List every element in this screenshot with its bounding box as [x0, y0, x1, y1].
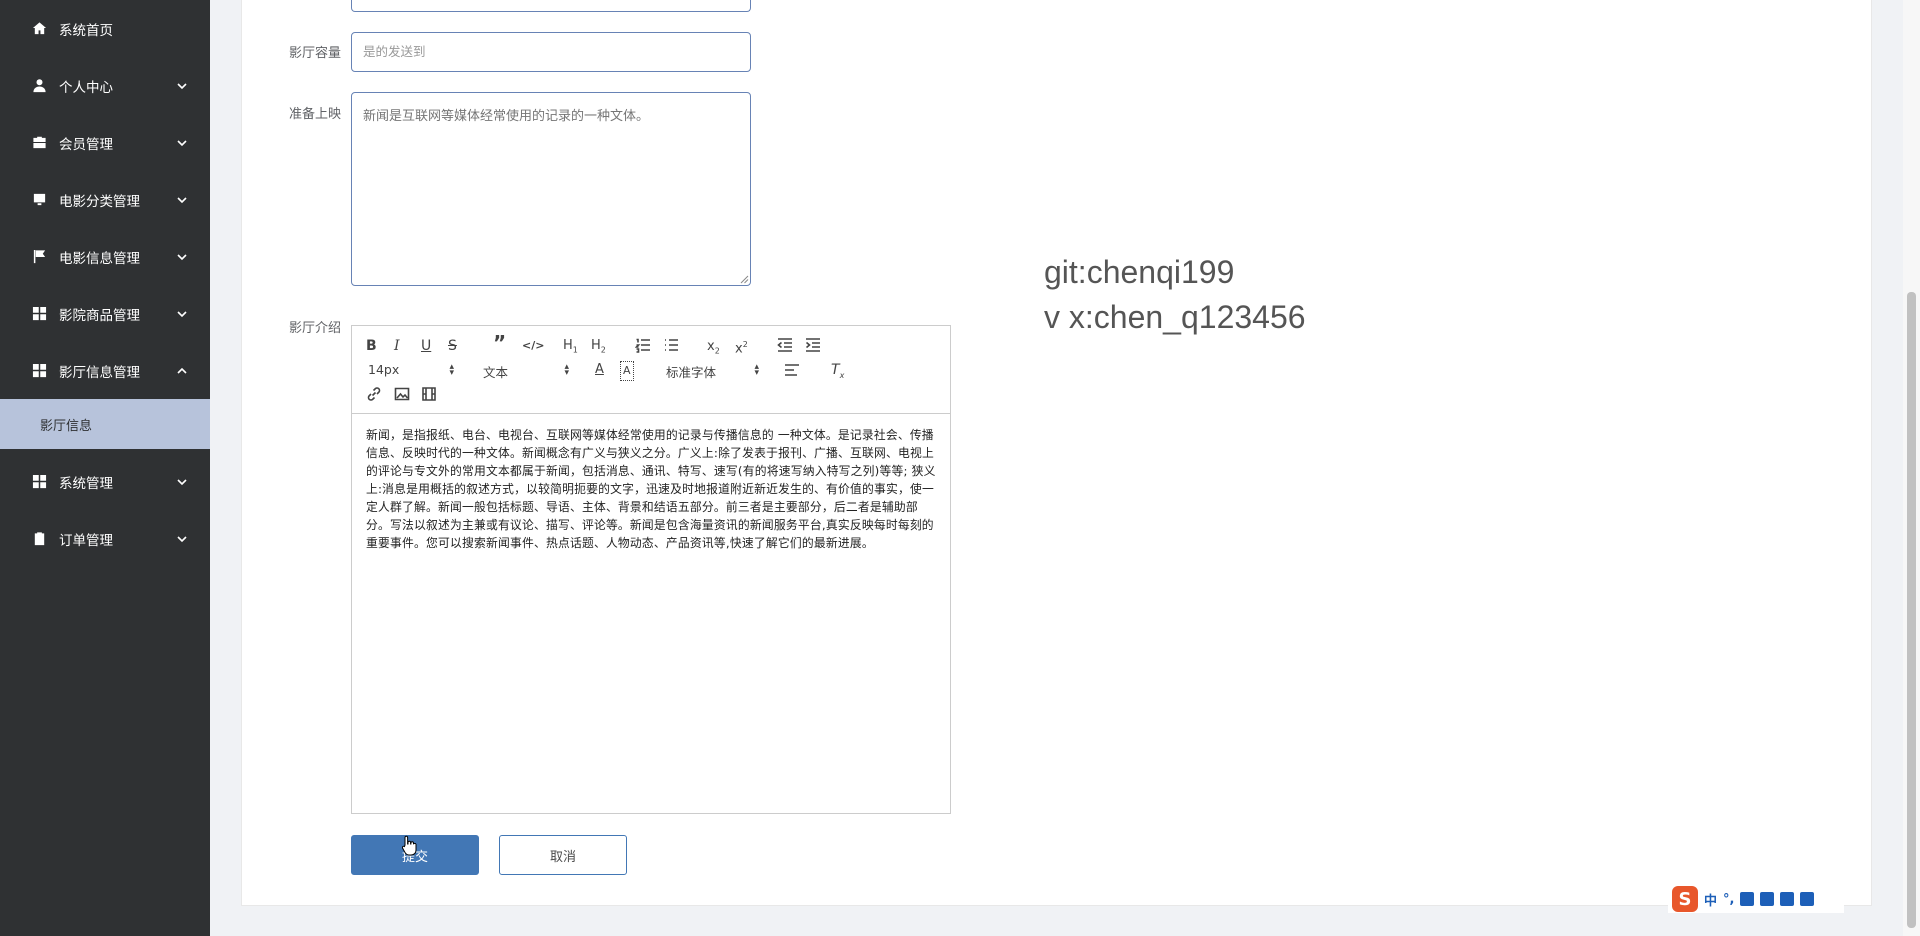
sidebar-item-movie-info[interactable]: 电影信息管理	[0, 228, 210, 285]
grid-icon	[32, 363, 47, 378]
ime-toolbar: S 中 °,	[1668, 885, 1844, 913]
select-arrows-icon: ▴ ▾	[754, 362, 759, 378]
sidebar-item-personal-center[interactable]: 个人中心	[0, 57, 210, 114]
grid-icon	[32, 306, 47, 321]
chevron-down-icon	[176, 251, 188, 263]
grid-icon	[32, 474, 47, 489]
sidebar-item-label: 个人中心	[59, 79, 113, 96]
font-size-value: 14px	[368, 362, 400, 377]
sidebar-item-label: 影厅信息管理	[59, 364, 140, 381]
watermark-line2: v x:chen_q123456	[1044, 299, 1306, 335]
monitor-icon	[32, 192, 47, 207]
blockquote-icon[interactable]: ”	[493, 333, 506, 353]
bold-icon[interactable]: B	[366, 337, 377, 355]
chevron-down-icon	[176, 533, 188, 545]
chevron-down-icon	[176, 476, 188, 488]
previous-field-input[interactable]	[351, 0, 751, 12]
page-scrollbar-thumb[interactable]	[1907, 292, 1916, 928]
flag-icon	[32, 249, 47, 264]
font-family-select[interactable]: 标准字体 ▴ ▾	[666, 362, 759, 381]
select-arrows-icon: ▴ ▾	[564, 362, 569, 378]
select-arrows-icon: ▴ ▾	[449, 362, 454, 378]
sidebar-item-movie-category[interactable]: 电影分类管理	[0, 171, 210, 228]
superscript-icon[interactable]: x2	[735, 336, 748, 358]
capacity-input[interactable]: 是的发送到	[351, 32, 751, 72]
sidebar-subitem-hall-info[interactable]: 影厅信息	[0, 399, 210, 449]
sidebar-item-hall-info-management[interactable]: 影厅信息管理	[0, 342, 210, 399]
editor-toolbar: B I U S ” </> H1 H2 x2 x2 14px ▴ ▾ 文本 ▴ ▾ A …	[352, 326, 950, 414]
rich-text-editor: B I U S ” </> H1 H2 x2 x2 14px ▴ ▾ 文本 ▴ ▾ A …	[351, 325, 951, 814]
outdent-icon[interactable]	[777, 337, 793, 358]
background-color-icon[interactable]: A	[620, 361, 634, 381]
sidebar-item-system-management[interactable]: 系统管理	[0, 453, 210, 510]
sidebar-item-label: 系统首页	[59, 22, 113, 39]
sidebar-item-label: 影院商品管理	[59, 307, 140, 324]
video-icon[interactable]	[421, 386, 437, 407]
block-type-value: 文本	[483, 365, 509, 380]
sidebar-item-label: 系统管理	[59, 475, 113, 492]
cancel-button[interactable]: 取消	[499, 835, 627, 875]
italic-icon[interactable]: I	[394, 337, 400, 355]
watermark-line1: git:chenqi199	[1044, 254, 1235, 290]
chevron-down-icon	[176, 80, 188, 92]
sidebar: 系统首页 个人中心 会员管理 电影分类管理 电影信息管理 影院商品管理 影厅信息…	[0, 0, 210, 936]
font-color-icon[interactable]: A	[595, 361, 604, 379]
user-icon	[32, 78, 47, 93]
skin-icon[interactable]	[1780, 892, 1795, 906]
editor-content[interactable]: 新闻，是指报纸、电台、电视台、互联网等媒体经常使用的记录与传播信息的 一种文体。…	[366, 426, 936, 552]
sidebar-item-member-management[interactable]: 会员管理	[0, 114, 210, 171]
apps-grid-icon[interactable]	[1800, 892, 1815, 906]
link-icon[interactable]	[366, 386, 382, 407]
ime-logo[interactable]: S	[1672, 886, 1698, 912]
heading2-icon[interactable]: H2	[591, 337, 606, 360]
clipboard-icon	[32, 531, 47, 546]
ordered-list-icon[interactable]	[634, 337, 651, 358]
underline-icon[interactable]: U	[421, 337, 431, 355]
align-left-icon[interactable]	[784, 362, 800, 383]
chevron-up-icon	[176, 365, 188, 377]
block-type-select[interactable]: 文本 ▴ ▾	[483, 362, 569, 381]
indent-icon[interactable]	[805, 337, 821, 358]
sidebar-item-label: 订单管理	[59, 532, 113, 549]
clear-format-icon[interactable]: Tx	[831, 361, 844, 385]
chevron-down-icon	[176, 137, 188, 149]
image-icon[interactable]	[394, 386, 410, 407]
briefcase-icon	[32, 135, 47, 150]
resize-grip-icon[interactable]	[740, 275, 749, 284]
ime-mode-toggle[interactable]: 中	[1704, 890, 1717, 909]
font-family-value: 标准字体	[666, 365, 717, 380]
sidebar-item-label: 电影信息管理	[59, 250, 140, 267]
bullet-list-icon[interactable]	[663, 337, 679, 358]
sidebar-item-label: 电影分类管理	[59, 193, 140, 210]
sidebar-item-label: 会员管理	[59, 136, 113, 153]
home-icon	[32, 21, 47, 36]
sidebar-item-home[interactable]: 系统首页	[0, 0, 210, 57]
code-icon[interactable]: </>	[522, 337, 544, 355]
chevron-down-icon	[176, 308, 188, 320]
capacity-label: 影厅容量	[288, 46, 341, 61]
sidebar-item-order-management[interactable]: 订单管理	[0, 510, 210, 567]
intro-label: 影厅介绍	[288, 321, 341, 336]
release-textarea[interactable]	[351, 92, 751, 286]
sidebar-subitem-label: 影厅信息	[40, 418, 93, 434]
font-size-select[interactable]: 14px ▴ ▾	[368, 362, 454, 378]
ime-punctuation-toggle[interactable]: °,	[1723, 892, 1734, 907]
strikethrough-icon[interactable]: S	[448, 337, 457, 355]
hand-cursor-icon	[401, 835, 417, 856]
keyboard-icon[interactable]	[1760, 892, 1775, 906]
chevron-down-icon	[176, 194, 188, 206]
release-label: 准备上映	[288, 107, 341, 122]
sidebar-item-cinema-goods[interactable]: 影院商品管理	[0, 285, 210, 342]
microphone-icon[interactable]	[1740, 892, 1755, 906]
heading1-icon[interactable]: H1	[563, 337, 578, 360]
subscript-icon[interactable]: x2	[707, 338, 720, 361]
